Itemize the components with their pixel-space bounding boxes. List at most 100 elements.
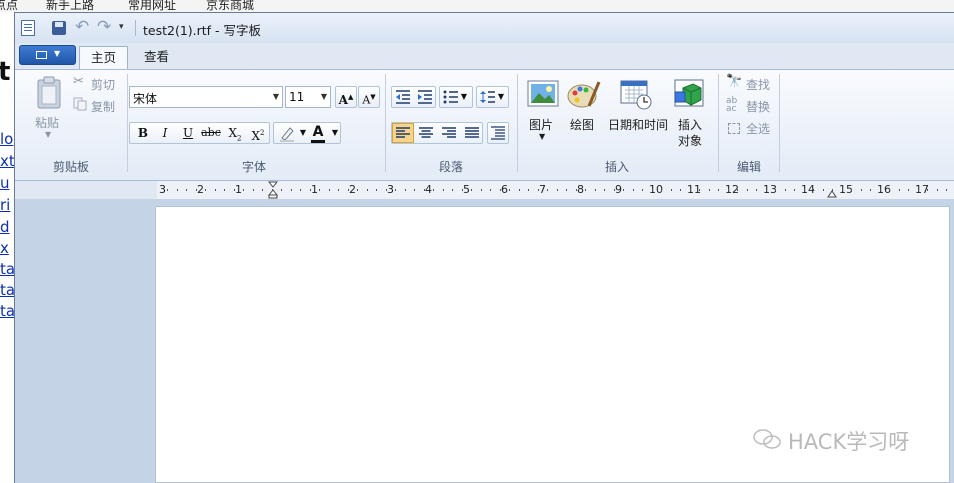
bookmark-item[interactable]: 常用网址 (128, 0, 176, 12)
cut-button[interactable]: 剪切 (91, 76, 115, 93)
underline-button[interactable]: U (177, 122, 199, 144)
chevron-down-icon[interactable]: ▼ (324, 122, 346, 144)
chevron-down-icon: ▼ (54, 49, 61, 58)
align-center-icon[interactable] (419, 127, 433, 139)
datetime-label[interactable]: 日期和时间 (608, 116, 668, 133)
decrease-indent-icon[interactable] (395, 90, 411, 104)
undo-icon[interactable]: ↶ (75, 17, 89, 37)
ruler-tick (186, 189, 187, 191)
font-size-select[interactable]: 11 ▼ (285, 86, 331, 108)
application-menu-button[interactable]: ▼ (19, 45, 76, 65)
bookmark-item[interactable]: 京东商城 (206, 0, 254, 12)
ruler-tick (870, 189, 871, 191)
ribbon: 粘贴 ▼ ✂ 剪切 复制 剪贴板 宋体 ▼ 11 ▼ A▲ A▼ B I U a… (15, 69, 954, 181)
ruler-tick (347, 189, 349, 191)
group-divider (779, 74, 780, 172)
select-all-button[interactable]: 全选 (746, 120, 770, 137)
strikethrough-button[interactable]: abc (200, 122, 222, 144)
subscript-button[interactable]: X2 (224, 122, 246, 144)
ruler-tick (632, 189, 634, 191)
browser-link[interactable]: lo (0, 130, 13, 148)
ruler-tick (357, 189, 358, 191)
superscript-button[interactable]: X2 (247, 122, 269, 144)
align-left-icon[interactable] (396, 127, 410, 139)
ruler-tick (832, 189, 833, 191)
grow-font-button[interactable]: A▲ (335, 86, 357, 108)
find-button[interactable]: 查找 (746, 76, 770, 93)
picture-label[interactable]: 图片 (529, 116, 553, 133)
insert-object-label-1[interactable]: 插入 (678, 116, 702, 133)
chevron-down-icon[interactable]: ▼ (494, 86, 508, 108)
chevron-down-icon: ▼ (320, 92, 327, 101)
chevron-down-icon[interactable]: ▼ (45, 130, 51, 139)
customize-toolbar-icon[interactable]: ▾ (119, 22, 124, 32)
font-family-select[interactable]: 宋体 ▼ (129, 86, 283, 108)
shrink-font-button[interactable]: A▼ (358, 86, 380, 108)
ruler-tick (395, 189, 396, 191)
title-bar[interactable]: ↶ ↷ ▾ test2(1).rtf - 写字板 (15, 13, 954, 43)
redo-icon[interactable]: ↷ (97, 17, 111, 37)
ruler-label: 7 (539, 183, 546, 196)
color-group: ▼ A ▼ (273, 122, 341, 144)
browser-link[interactable]: ta (0, 281, 15, 299)
font-group-label: 字体 (242, 160, 267, 174)
bold-button[interactable]: B (132, 122, 154, 144)
first-line-indent-marker[interactable] (268, 181, 278, 199)
ruler-tick (794, 189, 795, 191)
replace-button[interactable]: 替换 (746, 98, 770, 115)
bookmark-item[interactable]: 点点 (0, 0, 18, 12)
italic-button[interactable]: I (154, 122, 176, 144)
picture-icon[interactable] (527, 80, 559, 108)
ruler-label: 3 (387, 183, 394, 196)
right-indent-marker[interactable] (827, 186, 837, 198)
insert-object-label-2[interactable]: 对象 (678, 132, 702, 149)
align-right-icon[interactable] (442, 127, 456, 139)
ruler-tick (224, 189, 225, 191)
ruler-label: 8 (577, 183, 584, 196)
browser-link[interactable]: d (0, 218, 10, 236)
calendar-clock-icon[interactable] (620, 78, 652, 110)
ruler-tick (461, 189, 463, 191)
justify-icon[interactable] (465, 127, 479, 139)
ruler-tick (404, 189, 406, 191)
ruler-tick (898, 189, 900, 191)
tab-home[interactable]: 主页 (79, 46, 129, 70)
ruler-label: 1 (235, 183, 242, 196)
paste-icon[interactable] (35, 76, 65, 110)
ruler-tick (927, 189, 928, 191)
save-icon[interactable] (52, 21, 66, 35)
scissors-icon: ✂ (73, 74, 84, 89)
ruler[interactable]: 3 2 1 1 2 3 4 5 6 7 8 9 10 11 12 13 14 1… (157, 181, 954, 200)
ruler-tick (167, 189, 168, 191)
increase-indent-icon[interactable] (417, 90, 433, 104)
insert-object-icon[interactable] (674, 78, 706, 110)
paragraph-group-label: 段落 (439, 160, 464, 174)
paragraph-icon[interactable] (491, 126, 505, 140)
paint-icon[interactable] (567, 78, 601, 110)
browser-link[interactable]: u (0, 174, 10, 192)
group-divider (127, 74, 128, 172)
wordpad-app-icon[interactable] (21, 20, 35, 36)
paste-label[interactable]: 粘贴 (35, 114, 59, 131)
paint-label[interactable]: 绘图 (570, 116, 594, 133)
chevron-down-icon[interactable]: ▼ (457, 86, 471, 108)
copy-button[interactable]: 复制 (91, 98, 115, 115)
browser-link[interactable]: x (0, 239, 9, 257)
bookmark-item[interactable]: 新手上路 (46, 0, 94, 12)
browser-link[interactable]: ri (0, 196, 10, 214)
ruler-tick (480, 189, 482, 191)
copy-icon (73, 97, 87, 111)
ruler-tick (233, 189, 235, 191)
select-all-icon (728, 123, 740, 134)
browser-link[interactable]: ta (0, 260, 15, 278)
browser-link[interactable]: xt (0, 152, 15, 170)
ruler-tick (727, 189, 729, 191)
browser-link[interactable]: ta (0, 302, 15, 320)
text-color-swatch (311, 140, 325, 143)
tab-view[interactable]: 查看 (133, 46, 180, 68)
text-style-group: B I U abc X2 X2 (129, 122, 270, 144)
chevron-down-icon[interactable]: ▼ (539, 132, 545, 141)
alignment-group (391, 122, 483, 144)
group-divider (385, 74, 386, 172)
insert-group-label: 插入 (605, 160, 630, 174)
